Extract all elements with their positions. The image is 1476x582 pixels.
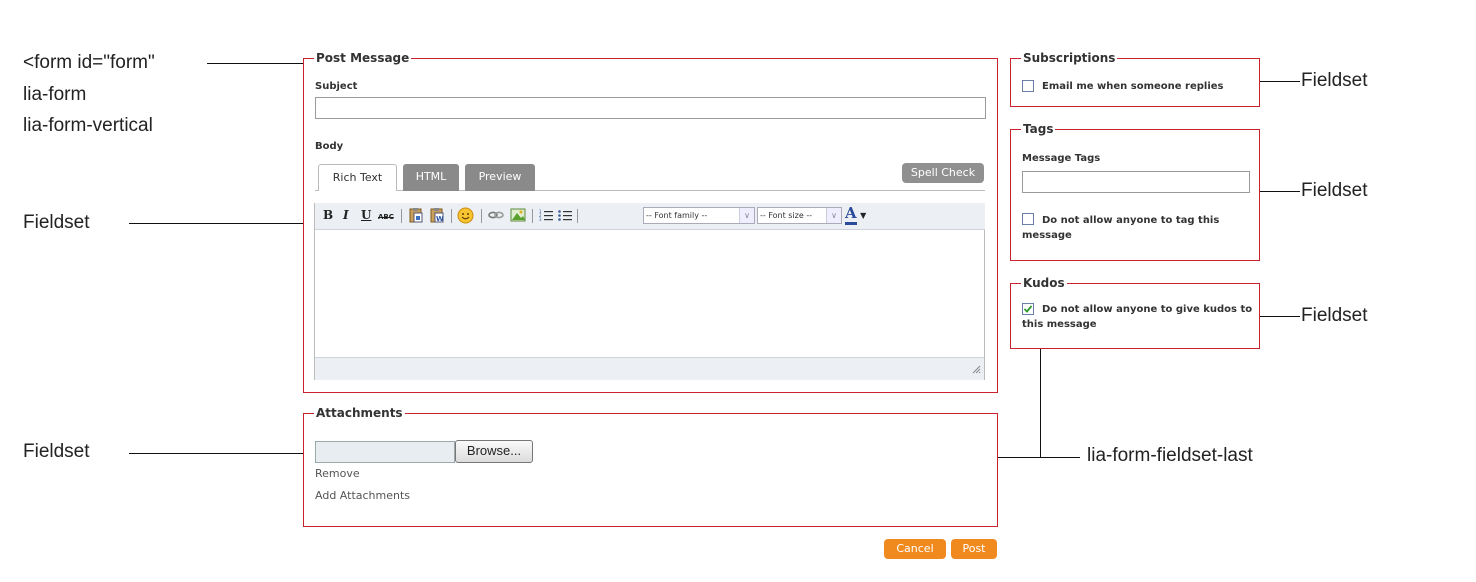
last-fieldset-connector-vertical <box>1040 349 1041 457</box>
email-replies-label: Email me when someone replies <box>1042 81 1224 92</box>
svg-text:W: W <box>436 215 444 223</box>
form-connector-line <box>207 63 303 64</box>
chevron-down-icon: ∨ <box>739 208 754 223</box>
message-tags-label: Message Tags <box>1022 153 1101 164</box>
italic-button[interactable]: I <box>343 208 349 222</box>
attachments-fieldset: Attachments <box>303 405 998 527</box>
add-attachments-link[interactable]: Add Attachments <box>315 489 410 502</box>
editor-statusbar <box>315 357 984 380</box>
last-fieldset-connector-left <box>997 457 1041 458</box>
fieldset-connector-right-1 <box>1260 81 1300 82</box>
cancel-button[interactable]: Cancel <box>884 539 946 559</box>
subject-label: Subject <box>315 81 358 92</box>
bullet-list-icon[interactable] <box>558 208 572 226</box>
tab-preview[interactable]: Preview <box>465 164 535 191</box>
fieldset-annotation-left-2: Fieldset <box>23 441 90 462</box>
fieldset-annotation-left-1: Fieldset <box>23 212 90 233</box>
caret-down-icon: ▼ <box>860 211 867 220</box>
bold-button[interactable]: B <box>323 208 333 222</box>
text-color-button[interactable]: A ▼ <box>845 204 867 225</box>
form-annotation-line1: <form id="form" <box>23 52 155 73</box>
form-annotation-line3: lia-form-vertical <box>23 115 153 136</box>
subject-input[interactable] <box>315 97 986 119</box>
kudos-legend: Kudos <box>1021 275 1067 291</box>
image-icon[interactable] <box>510 207 526 227</box>
subscriptions-legend: Subscriptions <box>1021 50 1118 66</box>
toolbar-separator <box>451 209 452 223</box>
fieldset-annotation-right-1: Fieldset <box>1301 70 1368 91</box>
attachments-legend: Attachments <box>314 405 405 421</box>
browse-button[interactable]: Browse... <box>455 440 533 463</box>
font-size-select[interactable]: -- Font size -- ∨ <box>757 207 842 224</box>
no-tag-label: Do not allow anyone to tag this message <box>1022 215 1220 241</box>
strikethrough-button[interactable]: ABC <box>378 210 394 224</box>
smiley-icon[interactable] <box>457 207 474 228</box>
link-icon[interactable] <box>488 208 504 226</box>
paste-icon[interactable] <box>408 207 424 227</box>
resize-handle-icon[interactable] <box>971 359 981 378</box>
post-button[interactable]: Post <box>951 539 997 559</box>
fieldset-connector-left-1 <box>129 223 303 224</box>
font-size-value: -- Font size -- <box>760 211 813 220</box>
fieldset-connector-right-2 <box>1260 191 1300 192</box>
toolbar-separator <box>481 209 482 223</box>
message-tags-input[interactable] <box>1022 171 1250 193</box>
fieldset-connector-left-2 <box>129 453 303 454</box>
toolbar-separator <box>577 209 578 223</box>
text-color-icon: A <box>845 204 857 225</box>
font-family-value: -- Font family -- <box>646 211 708 220</box>
fieldset-annotation-right-3: Fieldset <box>1301 305 1368 326</box>
last-fieldset-annotation: lia-form-fieldset-last <box>1087 445 1253 466</box>
tab-rich-text[interactable]: Rich Text <box>318 164 397 191</box>
editor-toolbar: B I U ABC W 123 -- Font family -- ∨ -- F… <box>315 203 985 230</box>
email-replies-checkbox[interactable] <box>1022 80 1034 92</box>
remove-link[interactable]: Remove <box>315 467 360 480</box>
form-annotation-line2: lia-form <box>23 84 87 105</box>
paste-word-icon[interactable]: W <box>429 207 445 227</box>
font-family-select[interactable]: -- Font family -- ∨ <box>643 207 755 224</box>
spell-check-button[interactable]: Spell Check <box>902 163 984 183</box>
underline-button[interactable]: U <box>361 208 371 222</box>
numbered-list-icon[interactable]: 123 <box>539 208 553 226</box>
tags-legend: Tags <box>1021 121 1056 137</box>
fieldset-connector-right-3 <box>1260 316 1300 317</box>
fieldset-annotation-right-2: Fieldset <box>1301 180 1368 201</box>
body-label: Body <box>315 141 344 152</box>
last-fieldset-connector-right <box>1040 457 1080 458</box>
svg-text:3: 3 <box>539 217 542 222</box>
no-kudos-label: Do not allow anyone to give kudos to thi… <box>1022 304 1253 330</box>
toolbar-separator <box>532 209 533 223</box>
tab-html[interactable]: HTML <box>403 164 459 191</box>
toolbar-separator <box>401 209 402 223</box>
post-message-legend: Post Message <box>314 50 412 66</box>
file-path-input[interactable] <box>315 441 455 463</box>
chevron-down-icon: ∨ <box>826 208 841 223</box>
